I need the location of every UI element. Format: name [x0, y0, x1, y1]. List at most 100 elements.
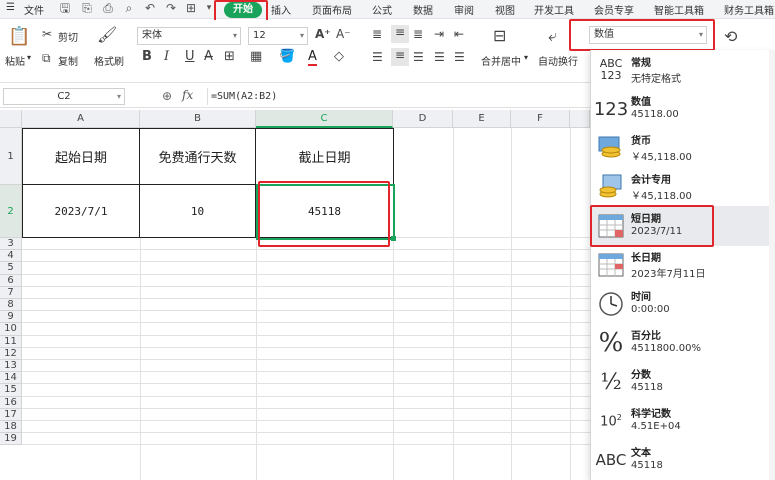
tab-member[interactable]: 会员专享: [594, 2, 634, 17]
align-center-icon[interactable]: ≡: [391, 48, 409, 66]
menu-file[interactable]: 文件: [24, 2, 44, 17]
row-header-4[interactable]: 4: [0, 250, 22, 263]
tab-review[interactable]: 审阅: [454, 2, 474, 17]
indent-icon[interactable]: ⇥: [434, 27, 444, 41]
tab-view[interactable]: 视图: [495, 2, 515, 17]
row-header-1[interactable]: 1: [0, 128, 22, 185]
format-option-2[interactable]: 货币 ￥45,118.00: [591, 128, 775, 168]
fill-handle[interactable]: [391, 236, 396, 241]
row-header-14[interactable]: 14: [0, 372, 22, 385]
cell-b2[interactable]: 10: [140, 185, 256, 238]
row-header-5[interactable]: 5: [0, 262, 22, 275]
column-header-c[interactable]: C: [256, 110, 393, 128]
tab-page-layout[interactable]: 页面布局: [312, 2, 352, 17]
row-header-2[interactable]: 2: [0, 185, 22, 238]
distributed-icon[interactable]: ☰: [454, 50, 465, 64]
tab-insert[interactable]: 插入: [271, 2, 291, 17]
format-option-8[interactable]: ½ 分数 45118: [591, 362, 775, 402]
tab-developer[interactable]: 开发工具: [534, 2, 574, 17]
row-header-9[interactable]: 9: [0, 311, 22, 324]
font-name-select[interactable]: 宋体 ▾: [137, 27, 241, 45]
row-header-18[interactable]: 18: [0, 421, 22, 434]
select-all-corner[interactable]: [0, 110, 22, 128]
format-option-0[interactable]: ABC 123 常规 无特定格式: [591, 50, 775, 90]
tab-data[interactable]: 数据: [413, 2, 433, 17]
format-painter-button[interactable]: 格式刷: [94, 53, 124, 68]
format-option-5[interactable]: 长日期 2023年7月11日: [591, 245, 775, 285]
align-left-icon[interactable]: ☰: [372, 50, 383, 64]
format-option-7[interactable]: % 百分比 4511800.00%: [591, 323, 775, 363]
hamburger-icon[interactable]: ☰: [6, 2, 15, 13]
column-header-a[interactable]: A: [22, 110, 140, 128]
strikethrough-icon[interactable]: A̶: [204, 49, 213, 64]
chevron-down-icon[interactable]: ▾: [524, 53, 528, 62]
tab-finance-toolbox[interactable]: 财务工具箱: [724, 2, 774, 17]
outdent-icon[interactable]: ⇤: [454, 27, 464, 41]
underline-button[interactable]: U: [185, 49, 195, 64]
paste-chevron-icon[interactable]: ▾: [27, 53, 31, 62]
row-header-10[interactable]: 10: [0, 323, 22, 336]
row-header-6[interactable]: 6: [0, 274, 22, 287]
decrease-font-icon[interactable]: A⁻: [336, 27, 351, 41]
wrap-text-button[interactable]: 自动换行: [538, 53, 578, 68]
save-icon[interactable]: 🖫: [58, 1, 72, 16]
border-icon[interactable]: ⊞: [224, 49, 235, 64]
column-header-d[interactable]: D: [393, 110, 453, 128]
column-header-b[interactable]: B: [140, 110, 256, 128]
row-header-13[interactable]: 13: [0, 360, 22, 373]
italic-button[interactable]: I: [164, 49, 169, 64]
justify-icon[interactable]: ☰: [434, 50, 445, 64]
tab-smart-toolbox[interactable]: 智能工具箱: [654, 2, 704, 17]
row-header-7[interactable]: 7: [0, 286, 22, 299]
name-box[interactable]: C2 ▾: [3, 88, 125, 105]
formula-input[interactable]: =SUM(A2:B2): [207, 88, 590, 105]
font-color-icon[interactable]: A: [308, 49, 317, 66]
row-header-17[interactable]: 17: [0, 408, 22, 421]
column-header-e[interactable]: E: [453, 110, 511, 128]
format-option-3[interactable]: 会计专用 ￥45,118.00: [591, 167, 775, 207]
wrap-text-icon[interactable]: ⤶: [548, 26, 557, 46]
fill-color-icon[interactable]: 🪣: [279, 49, 295, 64]
column-header-f[interactable]: F: [511, 110, 570, 128]
fill-effect-icon[interactable]: ▦: [250, 49, 262, 64]
cut-button[interactable]: 剪切: [58, 29, 78, 44]
row-header-3[interactable]: 3: [0, 238, 22, 251]
row-header-15[interactable]: 15: [0, 384, 22, 397]
merge-center-button[interactable]: 合并居中: [481, 53, 521, 68]
column-header-g[interactable]: [570, 110, 590, 128]
dropdown-scrollbar[interactable]: [769, 50, 775, 480]
cell-a2[interactable]: 2023/7/1: [23, 185, 140, 238]
cell-c1[interactable]: 截止日期: [256, 129, 394, 185]
print-icon[interactable]: ⎙: [101, 1, 115, 16]
fx-icon[interactable]: fx: [182, 88, 193, 102]
format-painter-icon[interactable]: 🖌: [97, 25, 117, 44]
row-header-19[interactable]: 19: [0, 433, 22, 446]
increase-font-icon[interactable]: A⁺: [315, 27, 331, 41]
undo-icon[interactable]: ↶: [143, 1, 157, 16]
export-pdf-icon[interactable]: ⎘: [80, 1, 94, 16]
font-size-select[interactable]: 12 ▾: [248, 27, 308, 45]
align-top-icon[interactable]: ≣: [372, 27, 382, 41]
scissors-icon[interactable]: ✂: [42, 27, 52, 41]
merge-center-icon[interactable]: ⊟: [493, 26, 506, 45]
cell-b1[interactable]: 免费通行天数: [140, 129, 256, 185]
print-preview-icon[interactable]: ⌕: [122, 1, 136, 16]
clear-format-icon[interactable]: ◇: [334, 49, 344, 64]
redo-icon[interactable]: ↷: [164, 1, 178, 16]
align-right-icon[interactable]: ☰: [413, 50, 424, 64]
row-header-16[interactable]: 16: [0, 396, 22, 409]
align-bottom-icon[interactable]: ≣: [413, 27, 423, 41]
format-option-10[interactable]: ABC 文本 45118: [591, 440, 775, 480]
format-option-9[interactable]: 102 科学记数 4.51E+04: [591, 401, 775, 441]
paste-button[interactable]: 粘贴: [5, 53, 25, 68]
row-header-8[interactable]: 8: [0, 299, 22, 312]
convert-icon[interactable]: ⟲: [724, 27, 737, 46]
cell-a1[interactable]: 起始日期: [23, 129, 140, 185]
bold-button[interactable]: B: [142, 49, 152, 64]
copy-icon[interactable]: ⧉: [42, 51, 51, 66]
format-brush-icon[interactable]: ⊞: [184, 1, 198, 16]
align-middle-icon[interactable]: ≡: [391, 25, 409, 43]
format-option-6[interactable]: 时间 0:00:00: [591, 284, 775, 324]
row-header-12[interactable]: 12: [0, 347, 22, 360]
copy-button[interactable]: 复制: [58, 53, 78, 68]
